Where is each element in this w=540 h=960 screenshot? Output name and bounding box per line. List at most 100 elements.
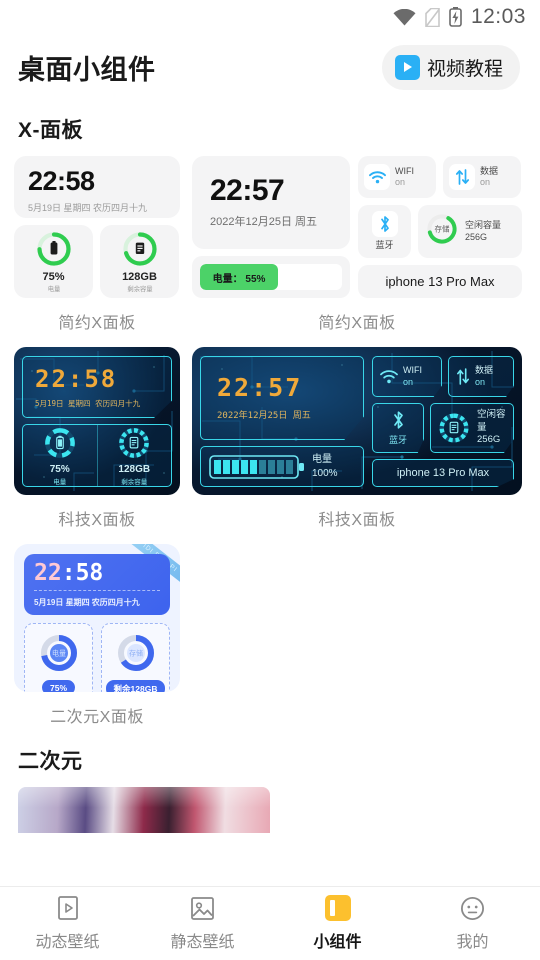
storage-ring xyxy=(439,413,469,443)
device-name: iphone 13 Pro Max xyxy=(396,467,490,479)
widget-row-tech: 22:58 5月19日 星期四 农历四月十九 75% 电量 128GB 剩余容量… xyxy=(0,347,540,530)
storage-pill: 剩余128GB xyxy=(105,680,166,692)
tech-clock-panel: 22:57 2022年12月25日 周五 xyxy=(200,356,364,440)
gauge-row: 电量 75% 存储 剩余128GB xyxy=(24,623,170,692)
nav-label: 静态壁纸 xyxy=(170,934,235,951)
storage-gauge-tile: 128GB 剩余容量 xyxy=(96,425,172,486)
clock-date: 5月19日 星期四 农历四月十九 xyxy=(28,203,148,213)
widget-row-anime: PIDI PIDI PI 22:58 5月19日 星期四 农历四月十九 xyxy=(0,544,540,727)
battery-label: 电量 xyxy=(53,479,67,486)
storage-ring: 存储 xyxy=(425,212,459,251)
clock-time: 22:58 xyxy=(34,562,160,585)
battery-bar-card: 电量： 55% xyxy=(192,256,350,298)
battery-gauge-tile: 75% 电量 xyxy=(23,425,97,486)
nav-item-static-wallpaper[interactable]: 静态壁纸 xyxy=(135,895,270,952)
battery-ring xyxy=(44,428,75,458)
widget-preview-simple-small[interactable]: 22:58 5月19日 星期四 农历四月十九 75% 电量 128GB 剩余容量 xyxy=(14,156,180,298)
mobile-data-icon xyxy=(449,164,475,190)
tech-gauge-panel: 75% 电量 128GB 剩余容量 xyxy=(22,424,172,487)
toggle-row-mid: 蓝牙 存储 空闲容量 256G xyxy=(358,205,522,258)
widget-cell-simple-small[interactable]: 22:58 5月19日 星期四 农历四月十九 75% 电量 128GB 剩余容量… xyxy=(14,156,180,333)
battery-label: 电量 xyxy=(47,285,60,293)
gauge-row: 75% 电量 128GB 剩余容量 xyxy=(14,225,180,298)
storage-tile: 空闲容量 256G xyxy=(430,403,514,453)
anime-thumbnail-row[interactable] xyxy=(0,787,540,833)
widget-cell-tech-wide[interactable]: 22:57 2022年12月25日 周五 电量 100% WIFI on 数据 … xyxy=(192,347,522,530)
widget-caption: 科技X面板 xyxy=(318,512,396,529)
data-tile: 数据 on xyxy=(443,156,521,198)
device-name-tile: iphone 13 Pro Max xyxy=(372,459,514,487)
widget-cell-tech-small[interactable]: 22:58 5月19日 星期四 农历四月十九 75% 电量 128GB 剩余容量… xyxy=(14,347,180,530)
nav-item-profile[interactable]: 我的 xyxy=(405,895,540,952)
battery-ring: 电量 xyxy=(40,635,77,671)
battery-bar-icon xyxy=(209,454,304,479)
widget-scroll-area[interactable]: X-面板 22:58 5月19日 星期四 农历四月十九 75% 电量 128GB… xyxy=(0,100,540,833)
simple-wide-left: 22:57 2022年12月25日 周五 电量： 55% xyxy=(192,156,350,298)
video-play-icon xyxy=(394,54,420,80)
section-title-x-panel: X-面板 xyxy=(18,119,83,142)
nav-item-widgets[interactable]: 小组件 xyxy=(270,895,405,952)
clock-date: 2022年12月25日 周五 xyxy=(217,411,311,421)
battery-ring-label: 电量 xyxy=(52,648,66,657)
storage-gauge-tile: 128GB 剩余容量 xyxy=(100,225,179,298)
storage-title: 空闲容量 xyxy=(477,408,506,433)
wifi-tile: WIFI on xyxy=(358,156,436,198)
storage-gauge-tile: 存储 剩余128GB xyxy=(101,623,170,692)
clock-time: 22:57 xyxy=(217,373,303,402)
widget-row-simple: 22:58 5月19日 星期四 农历四月十九 75% 电量 128GB 剩余容量… xyxy=(0,156,540,333)
widget-caption: 简约X面板 xyxy=(58,315,136,332)
storage-ring: 存储 xyxy=(117,635,154,671)
wifi-label: WIFI on xyxy=(395,165,414,187)
storage-ring-label: 存储 xyxy=(435,224,450,234)
clock-date: 2022年12月25日 周五 xyxy=(210,216,317,228)
section-title-anime: 二次元 xyxy=(18,750,83,773)
widget-preview-tech-wide[interactable]: 22:57 2022年12月25日 周五 电量 100% WIFI on 数据 … xyxy=(192,347,522,495)
widget-caption: 科技X面板 xyxy=(58,512,136,529)
clock-date: 5月19日 星期四 农历四月十九 xyxy=(35,399,141,408)
video-tutorial-label: 视频教程 xyxy=(426,58,503,80)
bluetooth-label: 蓝牙 xyxy=(388,435,407,445)
widget-cell-simple-wide[interactable]: 22:57 2022年12月25日 周五 电量： 55% WIFI on 数据 … xyxy=(192,156,522,333)
image-wallpaper-icon xyxy=(190,895,216,921)
video-tutorial-button[interactable]: 视频教程 xyxy=(381,44,520,90)
nav-label: 我的 xyxy=(456,934,489,951)
data-label: 数据 on xyxy=(475,364,494,387)
bluetooth-tile: 蓝牙 xyxy=(358,205,411,258)
widget-caption: 简约X面板 xyxy=(318,315,396,332)
clock-time: 22:58 xyxy=(35,365,118,393)
data-tile: 数据 on xyxy=(448,356,514,397)
widget-preview-tech-small[interactable]: 22:58 5月19日 星期四 农历四月十九 75% 电量 128GB 剩余容量 xyxy=(14,347,180,495)
clock-card: 22:58 5月19日 星期四 农历四月十九 xyxy=(24,554,170,615)
battery-charging-icon xyxy=(449,7,462,27)
status-bar: 12:03 xyxy=(0,0,540,34)
battery-readout: 电量 100% xyxy=(312,453,338,480)
widget-cell-anime[interactable]: PIDI PIDI PI 22:58 5月19日 星期四 农历四月十九 xyxy=(14,544,180,727)
widget-preview-anime[interactable]: PIDI PIDI PI 22:58 5月19日 星期四 农历四月十九 xyxy=(14,544,180,692)
sim-off-icon xyxy=(425,7,440,27)
battery-value: 75% xyxy=(42,270,65,283)
widget-caption: 二次元X面板 xyxy=(50,709,144,726)
clock-time: 22:58 xyxy=(28,166,95,196)
storage-ring-label: 存储 xyxy=(129,648,143,657)
nav-label: 小组件 xyxy=(313,934,362,951)
device-name-tile: iphone 13 Pro Max xyxy=(358,265,522,298)
page-header: 桌面小组件 视频教程 xyxy=(0,34,540,100)
bottom-navigation: 动态壁纸 静态壁纸 小组件 我的 xyxy=(0,886,540,960)
clock-hour: 22 xyxy=(34,560,62,586)
battery-gauge-tile: 75% 电量 xyxy=(14,225,93,298)
battery-ring xyxy=(35,230,73,268)
storage-readout: 空闲容量 256G xyxy=(477,409,513,447)
wifi-icon xyxy=(364,164,390,190)
clock-card: 22:58 5月19日 星期四 农历四月十九 xyxy=(14,156,180,218)
nav-item-dynamic-wallpaper[interactable]: 动态壁纸 xyxy=(0,895,135,952)
battery-value: 100% xyxy=(312,467,338,479)
bluetooth-label: 蓝牙 xyxy=(375,240,394,251)
battery-gauge-tile: 电量 75% xyxy=(24,623,93,692)
nav-label: 动态壁纸 xyxy=(35,934,100,951)
wifi-icon xyxy=(393,8,416,25)
toggle-row-top: WIFI on 数据 on xyxy=(358,156,522,198)
clock-separator: : xyxy=(61,560,76,586)
widget-preview-simple-wide[interactable]: 22:57 2022年12月25日 周五 电量： 55% WIFI on 数据 … xyxy=(192,156,522,298)
anime-thumbnail[interactable] xyxy=(18,787,270,833)
widget-icon xyxy=(324,895,351,921)
